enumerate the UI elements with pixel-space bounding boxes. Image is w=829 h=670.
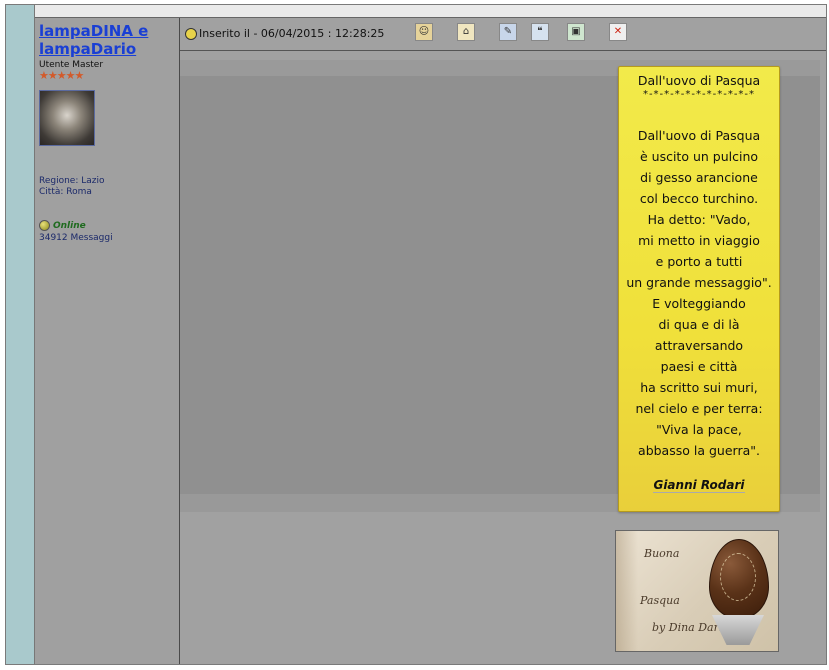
poem-line: e porto a tutti xyxy=(655,254,743,269)
post-header: Inserito il - 06/04/2015 : 12:28:25 ☺ ⌂ … xyxy=(180,18,826,51)
easter-card-image: Buona Pasqua by Dina Dario xyxy=(615,530,779,652)
poem-line: ha scritto sui muri, xyxy=(640,380,758,395)
poem-title: Dall'uovo di Pasqua xyxy=(637,73,761,88)
online-status-icon xyxy=(39,220,50,231)
delete-icon[interactable]: ✕ xyxy=(609,23,627,41)
poem-box: Dall'uovo di Pasqua *-*-*-*-*-*-*-*-*-*-… xyxy=(618,66,780,512)
online-status: Online xyxy=(39,220,179,231)
poem-line: E volteggiando xyxy=(652,296,746,311)
author-name-link[interactable]: lampaDINA e lampaDario xyxy=(39,22,179,58)
egg-stand xyxy=(712,615,764,645)
poem-line: un grande messaggio". xyxy=(626,275,772,290)
post-date: Inserito il - 06/04/2015 : 12:28:25 xyxy=(199,27,385,40)
top-strip xyxy=(6,5,826,18)
forum-post-frame: lampaDINA e lampaDario Utente Master ★★★… xyxy=(5,4,827,665)
online-status-label: Online xyxy=(53,220,86,231)
post-count: 34912 Messaggi xyxy=(39,233,113,243)
author-region: Regione: Lazio xyxy=(39,176,105,186)
poem-line: di qua e di là xyxy=(658,317,740,332)
avatar[interactable] xyxy=(39,90,95,146)
poem-line: di gesso arancione xyxy=(640,170,758,185)
poem-line: nel cielo e per terra: xyxy=(635,401,763,416)
poem-line: col becco turchino. xyxy=(639,191,759,206)
author-city: Città: Roma xyxy=(39,187,92,197)
poem-line: Ha detto: "Vado, xyxy=(647,212,751,227)
poem-line: "Viva la pace, xyxy=(656,422,742,437)
author-panel: lampaDINA e lampaDario Utente Master ★★★… xyxy=(35,18,180,664)
card-text-buona: Buona xyxy=(644,547,680,560)
post-body: Inserito il - 06/04/2015 : 12:28:25 ☺ ⌂ … xyxy=(180,18,826,664)
reply-quote-icon[interactable]: ❝ xyxy=(531,23,549,41)
poem-line: abbasso la guerra". xyxy=(638,443,760,458)
poem-line: mi metto in viaggio xyxy=(638,233,760,248)
poem-line: è uscito un pulcino xyxy=(639,149,759,164)
poem-line: Dall'uovo di Pasqua xyxy=(637,128,761,143)
profile-icon[interactable]: ☺ xyxy=(415,23,433,41)
poem-signature: Gianni Rodari xyxy=(653,478,745,493)
post-meta: Inserito il - 06/04/2015 : 12:28:25 xyxy=(185,27,384,40)
rank-stars: ★★★★★ xyxy=(39,69,84,82)
poem-line: paesi e città xyxy=(660,359,738,374)
smile-icon xyxy=(185,27,197,40)
poem-line: attraversando xyxy=(654,338,744,353)
edit-icon[interactable]: ✎ xyxy=(499,23,517,41)
poem-lines: Dall'uovo di Pasqua è uscito un pulcino … xyxy=(619,125,779,461)
teal-side-bar xyxy=(6,5,35,664)
card-swirl xyxy=(616,531,638,651)
post-toolbar: ☺ ⌂ ✎ ❝ ▣ ✕ xyxy=(415,23,627,41)
poem-separator: *-*-*-*-*-*-*-*-*-*-* xyxy=(642,89,756,100)
card-text-pasqua: Pasqua xyxy=(640,594,680,607)
home-icon[interactable]: ⌂ xyxy=(457,23,475,41)
save-icon[interactable]: ▣ xyxy=(567,23,585,41)
egg-decoration xyxy=(720,553,756,601)
